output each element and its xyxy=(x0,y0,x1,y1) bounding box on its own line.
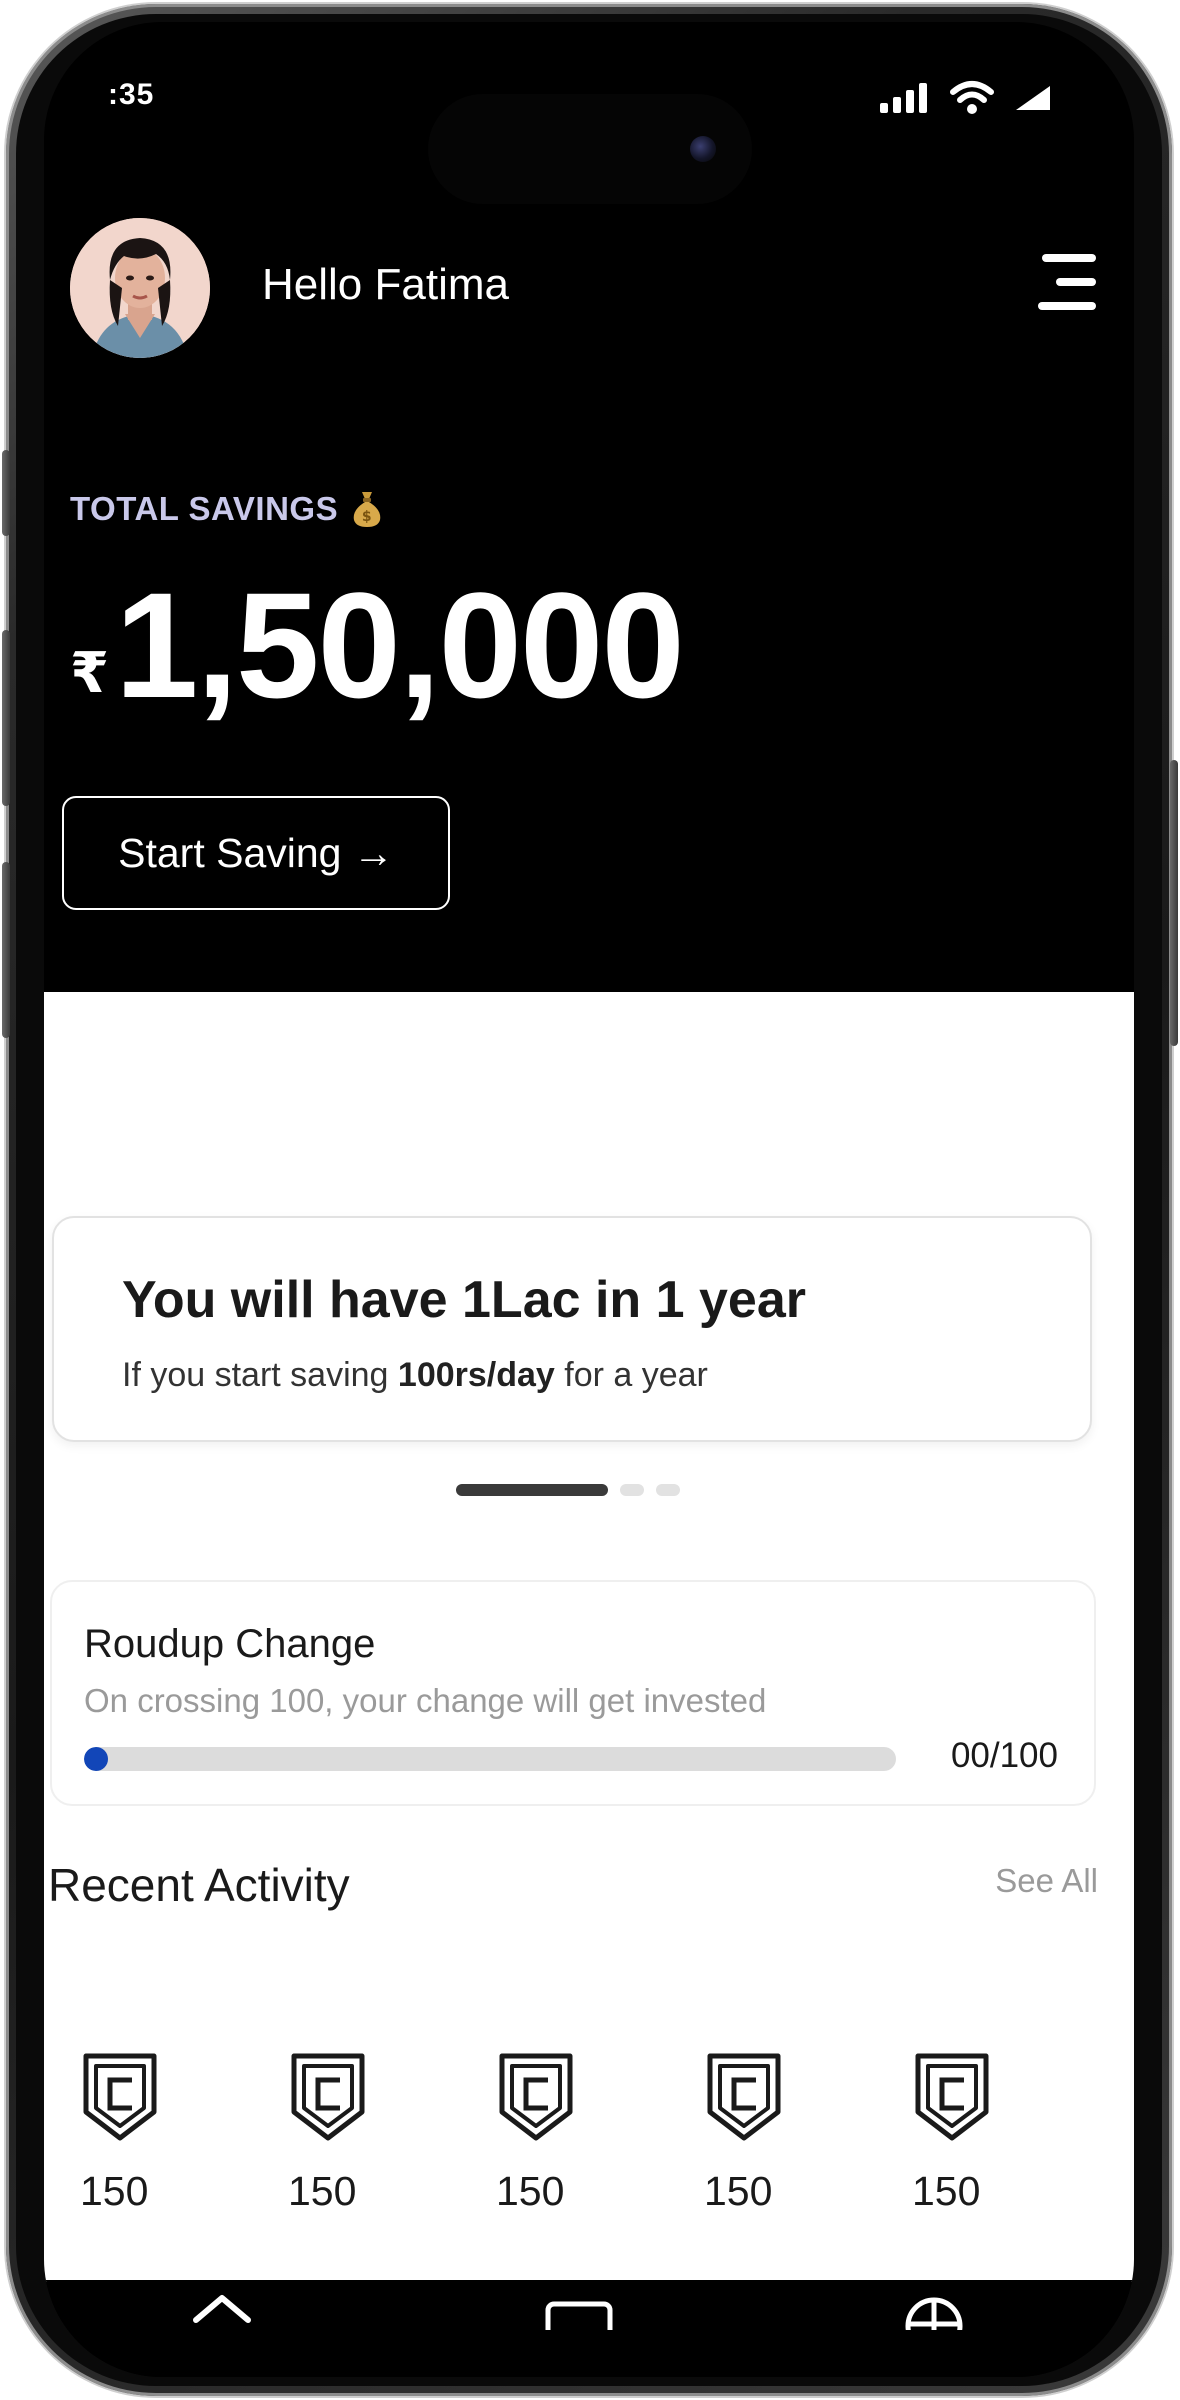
bottom-nav xyxy=(44,2280,1134,2377)
home-icon[interactable] xyxy=(192,2290,252,2330)
roundup-subtitle: On crossing 100, your change will get in… xyxy=(84,1682,767,1719)
roundup-title: Roudup Change xyxy=(84,1622,376,1666)
promo-subtitle: If you start saving 100rs/day for a year xyxy=(122,1356,708,1395)
promo-sub-suffix: for a year xyxy=(554,1356,708,1394)
savings-value: 1,50,000 xyxy=(114,561,685,729)
svg-text:$: $ xyxy=(362,509,372,525)
shield-badge-icon xyxy=(499,2053,573,2141)
power-button xyxy=(1170,760,1178,1046)
roundup-progress-bar xyxy=(84,1747,896,1771)
menu-icon-bar xyxy=(1056,278,1096,286)
shield-badge-icon xyxy=(707,2053,781,2141)
menu-button[interactable] xyxy=(1034,254,1096,312)
activity-item[interactable]: 150 xyxy=(490,2052,698,2215)
promo-sub-prefix: If you start saving xyxy=(122,1356,398,1394)
total-savings-label: TOTAL SAVINGS $ xyxy=(70,490,384,528)
activity-item[interactable]: 150 xyxy=(906,2052,1114,2215)
signal-icon xyxy=(880,83,927,113)
activity-amount: 150 xyxy=(80,2168,149,2214)
currency-symbol: ₹ xyxy=(70,641,109,704)
promo-card[interactable]: You will have 1Lac in 1 year If you star… xyxy=(52,1216,1092,1442)
volume-up-button xyxy=(2,630,10,806)
activity-item[interactable]: 150 xyxy=(698,2052,906,2215)
action-button xyxy=(2,450,10,536)
total-savings-amount: ₹ 1,50,000 xyxy=(70,561,685,729)
greeting-text: Hello Fatima xyxy=(262,260,509,309)
main-content: You will have 1Lac in 1 year If you star… xyxy=(44,992,1134,2282)
volume-down-button xyxy=(2,862,10,1038)
menu-icon xyxy=(1042,254,1096,262)
app-screen: :35 Hello Fatima TOTAL SAVINGS $ ₹ 1,50,… xyxy=(44,22,1134,2377)
activity-item[interactable]: 150 xyxy=(282,2052,490,2215)
activity-amount: 150 xyxy=(288,2168,357,2214)
see-all-link[interactable]: See All xyxy=(995,1862,1098,1900)
promo-title: You will have 1Lac in 1 year xyxy=(122,1271,806,1329)
roundup-progress-fill xyxy=(84,1747,108,1771)
activity-item[interactable]: 150 xyxy=(74,2052,282,2215)
dynamic-island xyxy=(428,94,752,204)
card-icon[interactable] xyxy=(544,2290,614,2330)
battery-icon xyxy=(1016,86,1050,110)
money-bag-icon: $ xyxy=(353,492,381,527)
status-icons xyxy=(880,80,1056,114)
roundup-card[interactable]: Roudup Change On crossing 100, your chan… xyxy=(50,1580,1096,1806)
carousel-indicator xyxy=(456,1484,680,1496)
shield-badge-icon xyxy=(291,2053,365,2141)
status-time: :35 xyxy=(108,78,155,111)
avatar[interactable] xyxy=(70,218,210,358)
carousel-dot-active[interactable] xyxy=(456,1484,608,1496)
recent-activity-title: Recent Activity xyxy=(48,1859,350,1911)
shield-badge-icon xyxy=(915,2053,989,2141)
start-saving-button[interactable]: Start Saving → xyxy=(62,796,450,910)
shield-badge-icon xyxy=(83,2053,157,2141)
carousel-dot[interactable] xyxy=(620,1484,644,1496)
total-savings-text: TOTAL SAVINGS xyxy=(70,490,339,527)
activity-amount: 150 xyxy=(496,2168,565,2214)
wifi-icon xyxy=(950,81,994,114)
recent-activity-list: 150 150 150 150 150 xyxy=(74,2052,1114,2215)
menu-icon-bar xyxy=(1038,302,1096,310)
activity-amount: 150 xyxy=(912,2168,981,2214)
activity-amount: 150 xyxy=(704,2168,773,2214)
promo-sub-highlight: 100rs/day xyxy=(397,1356,555,1394)
carousel-dot[interactable] xyxy=(656,1484,680,1496)
roundup-count: 00/100 xyxy=(950,1736,1058,1775)
camera-icon xyxy=(690,136,716,162)
page: :35 Hello Fatima TOTAL SAVINGS $ ₹ 1,50,… xyxy=(0,0,1180,2400)
profile-photo xyxy=(70,218,210,358)
globe-icon[interactable] xyxy=(902,2290,966,2330)
